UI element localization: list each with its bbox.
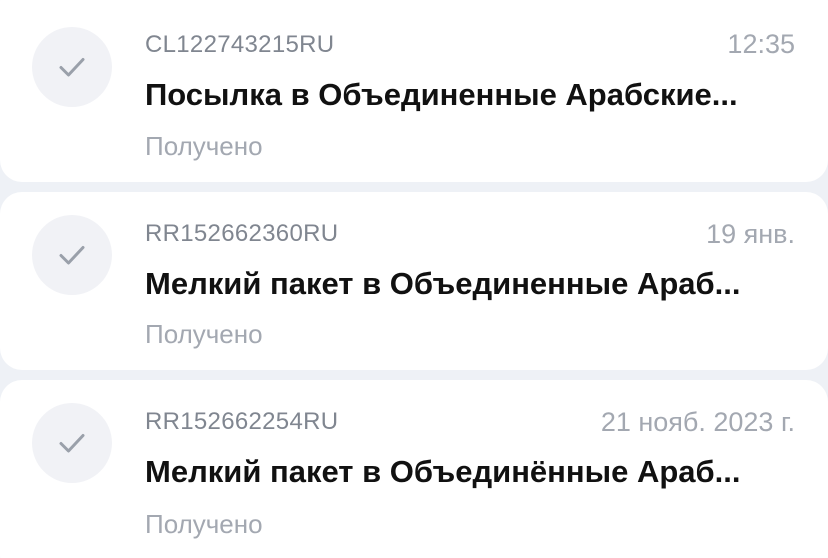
shipment-title: Мелкий пакет в Объединённые Араб... xyxy=(145,454,741,489)
checkmark-icon xyxy=(59,58,85,77)
status-indicator xyxy=(32,403,112,483)
track-number: CL122743215RU xyxy=(145,31,335,58)
shipment-date: 21 нояб. 2023 г. xyxy=(600,407,795,437)
shipment-card[interactable]: CL122743215RU 12:35 Посылка в Объединенн… xyxy=(0,0,828,182)
status-indicator xyxy=(32,27,112,107)
track-number: RR152662360RU xyxy=(145,220,339,247)
checkmark-icon xyxy=(59,434,85,453)
checkmark-icon xyxy=(59,246,85,265)
shipment-status: Получено xyxy=(145,131,263,161)
shipment-title: Мелкий пакет в Объединенные Араб... xyxy=(145,266,741,301)
shipment-card[interactable]: RR152662360RU 19 янв. Мелкий пакет в Объ… xyxy=(0,192,828,370)
shipment-title: Посылка в Объединенные Арабские... xyxy=(145,77,738,112)
shipment-status: Получено xyxy=(145,509,263,539)
track-number: RR152662254RU xyxy=(145,408,339,435)
shipment-status: Получено xyxy=(145,319,263,349)
shipment-list: CL122743215RU 12:35 Посылка в Объединенн… xyxy=(0,0,828,558)
shipment-date: 12:35 xyxy=(727,29,795,59)
shipment-card[interactable]: RR152662254RU 21 нояб. 2023 г. Мелкий па… xyxy=(0,380,828,558)
status-indicator xyxy=(32,215,112,295)
shipment-date: 19 янв. xyxy=(706,219,795,249)
